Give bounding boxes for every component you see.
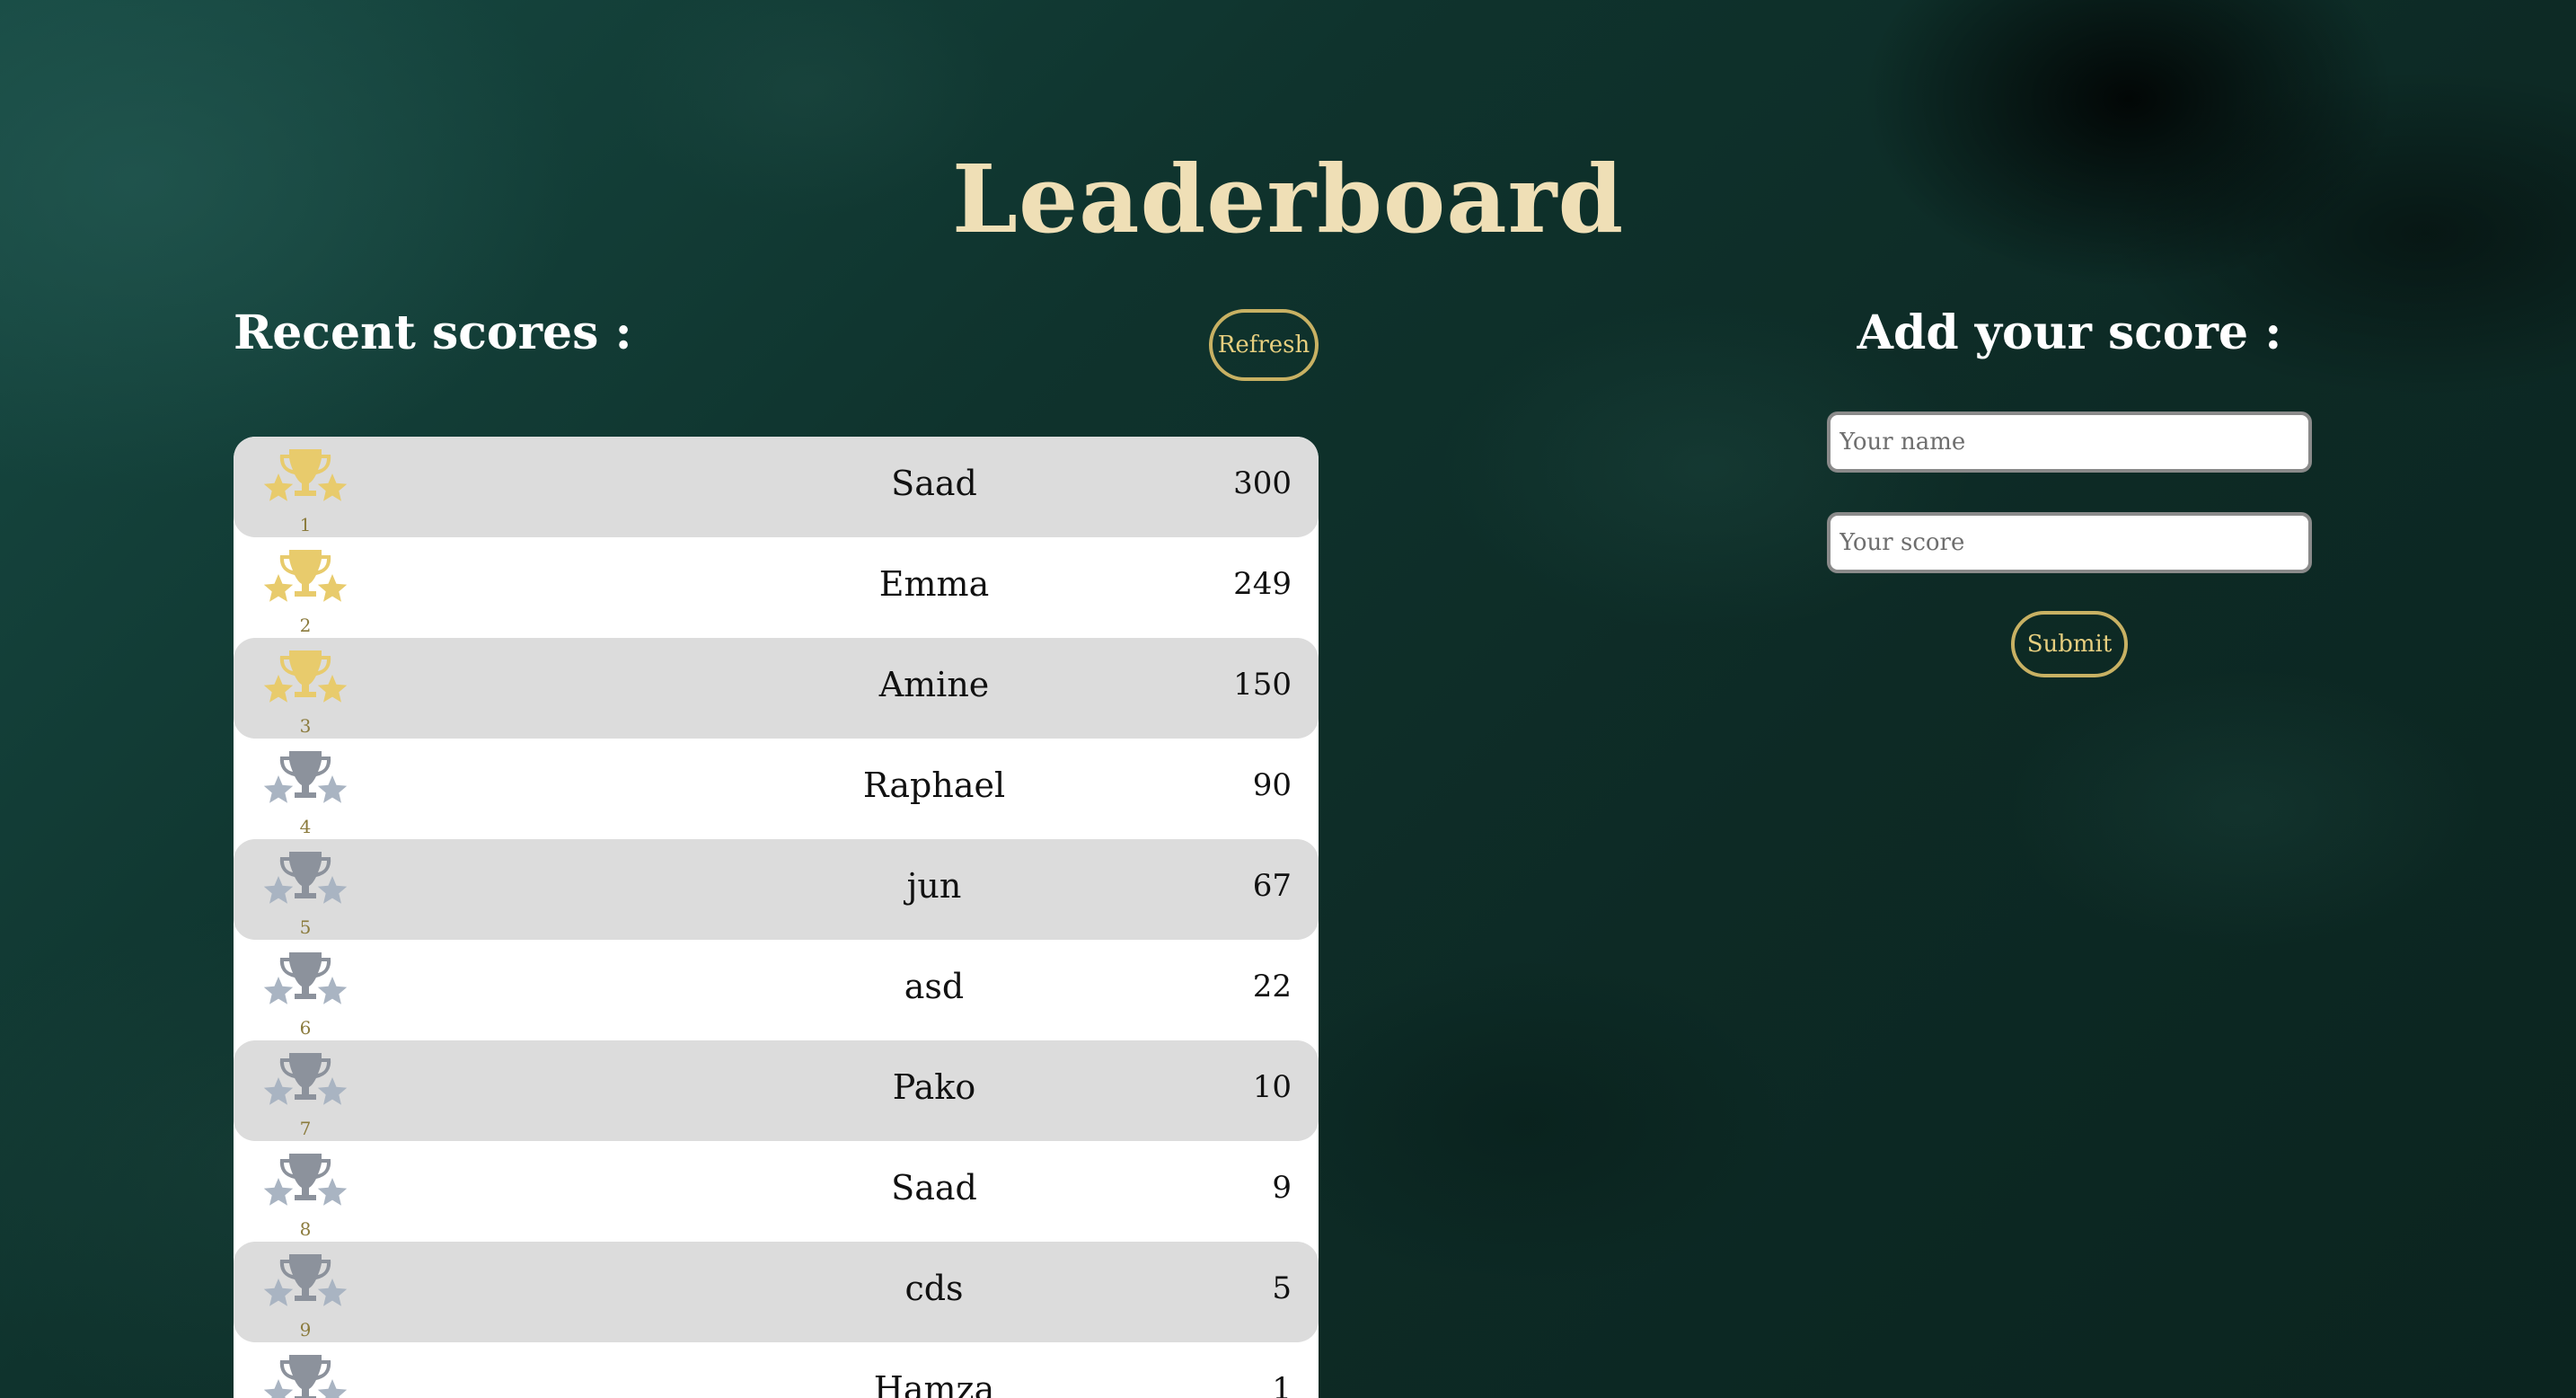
player-name: jun	[906, 866, 962, 906]
player-name: cds	[904, 1269, 964, 1308]
leaderboard-row: 5 jun 67	[234, 839, 1319, 940]
rank-badge: 9	[262, 1249, 348, 1342]
trophy-with-stars-icon	[263, 852, 348, 904]
player-score: 1	[1272, 1371, 1292, 1398]
rank-number: 8	[299, 1218, 312, 1240]
leaderboard-table: 1 Saad 300 2 Emma 249 3 Amine 150 4 Raphael 90 5 jun 6…	[234, 437, 1319, 1398]
rank-badge: 10	[262, 1349, 348, 1398]
score-input[interactable]	[1827, 512, 2312, 573]
rank-badge: 7	[262, 1048, 348, 1141]
rank-number: 4	[299, 816, 312, 837]
leaderboard-row: 4 Raphael 90	[234, 739, 1319, 839]
player-score: 249	[1233, 566, 1292, 602]
player-score: 300	[1233, 465, 1292, 501]
player-name: Emma	[878, 564, 990, 604]
rank-number: 2	[299, 615, 312, 636]
add-score-heading: Add your score :	[1857, 305, 2282, 360]
player-score: 90	[1252, 767, 1292, 803]
name-input[interactable]	[1827, 411, 2312, 473]
rank-badge: 1	[262, 444, 348, 537]
player-score: 22	[1252, 969, 1292, 1004]
leaderboard-row: 7 Pako 10	[234, 1040, 1319, 1141]
player-name: Saad	[891, 464, 977, 503]
rank-number: 1	[299, 514, 312, 535]
player-name: Amine	[878, 665, 990, 704]
rank-number: 9	[299, 1319, 312, 1340]
trophy-with-stars-icon	[263, 1254, 348, 1306]
leaderboard-row: 2 Emma 249	[234, 537, 1319, 638]
recent-scores-heading: Recent scores :	[234, 305, 632, 360]
trophy-with-stars-icon	[263, 650, 348, 703]
rank-number: 3	[299, 715, 312, 737]
leaderboard-row: 3 Amine 150	[234, 638, 1319, 739]
leaderboard-row: 6 asd 22	[234, 940, 1319, 1040]
rank-badge: 2	[262, 544, 348, 638]
player-score: 150	[1233, 667, 1292, 703]
trophy-with-stars-icon	[263, 751, 348, 803]
player-score: 5	[1272, 1270, 1292, 1306]
trophy-with-stars-icon	[263, 1053, 348, 1105]
page-title: Leaderboard	[951, 143, 1625, 254]
rank-number: 7	[299, 1118, 312, 1139]
trophy-with-stars-icon	[263, 449, 348, 501]
player-name: Raphael	[862, 765, 1006, 805]
rank-number: 5	[299, 916, 312, 938]
trophy-with-stars-icon	[263, 550, 348, 602]
rank-badge: 6	[262, 947, 348, 1040]
rank-badge: 8	[262, 1148, 348, 1242]
leaderboard-row: 10 Hamza 1	[234, 1342, 1319, 1398]
rank-badge: 5	[262, 846, 348, 940]
player-score: 9	[1272, 1170, 1292, 1206]
player-score: 10	[1252, 1069, 1292, 1105]
player-name: Saad	[891, 1168, 977, 1208]
submit-button[interactable]: Submit	[2011, 611, 2128, 677]
refresh-button[interactable]: Refresh	[1209, 309, 1319, 381]
player-name: Hamza	[873, 1369, 995, 1398]
leaderboard-row: 8 Saad 9	[234, 1141, 1319, 1242]
leaderboard-row: 1 Saad 300	[234, 437, 1319, 537]
trophy-with-stars-icon	[263, 1154, 348, 1206]
leaderboard-row: 9 cds 5	[234, 1242, 1319, 1342]
rank-number: 6	[299, 1017, 312, 1039]
rank-badge: 3	[262, 645, 348, 739]
trophy-with-stars-icon	[263, 1355, 348, 1398]
trophy-with-stars-icon	[263, 952, 348, 1004]
player-name: asd	[904, 967, 965, 1006]
player-name: Pako	[892, 1067, 976, 1107]
player-score: 67	[1252, 868, 1292, 904]
rank-badge: 4	[262, 746, 348, 839]
